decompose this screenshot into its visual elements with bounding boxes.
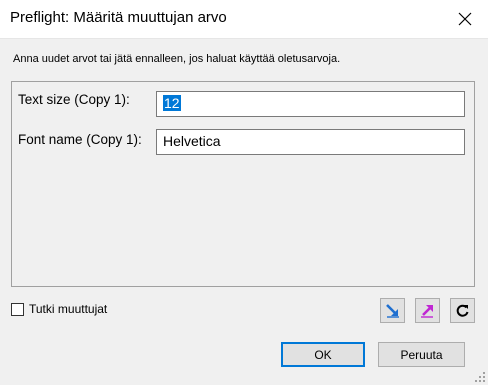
font-name-value: Helvetica [163,133,221,149]
export-button[interactable] [415,298,440,323]
cancel-button[interactable]: Peruuta [378,342,465,367]
text-size-label: Text size (Copy 1): [18,92,130,107]
title-bar: Preflight: Määritä muuttujan arvo [0,0,488,39]
explore-variables-row[interactable]: Tutki muuttujat [11,302,107,316]
instruction-text: Anna uudet arvot tai jätä ennalleen, jos… [13,53,341,65]
import-arrow-icon [386,304,399,318]
export-arrow-icon [421,305,433,318]
explore-variables-label: Tutki muuttujat [29,302,108,316]
text-size-input[interactable]: 12 [156,91,465,117]
close-button[interactable] [442,0,488,38]
window-title: Preflight: Määritä muuttujan arvo [10,9,227,26]
text-size-value: 12 [163,95,181,111]
resize-grip-icon[interactable] [474,371,486,383]
ok-button[interactable]: OK [281,342,365,367]
import-button[interactable] [380,298,405,323]
explore-variables-checkbox[interactable] [11,302,24,316]
font-name-label: Font name (Copy 1): [18,132,142,147]
close-icon [458,12,472,26]
font-name-input[interactable]: Helvetica [156,129,465,155]
reset-icon [456,304,469,317]
reset-button[interactable] [450,298,475,323]
